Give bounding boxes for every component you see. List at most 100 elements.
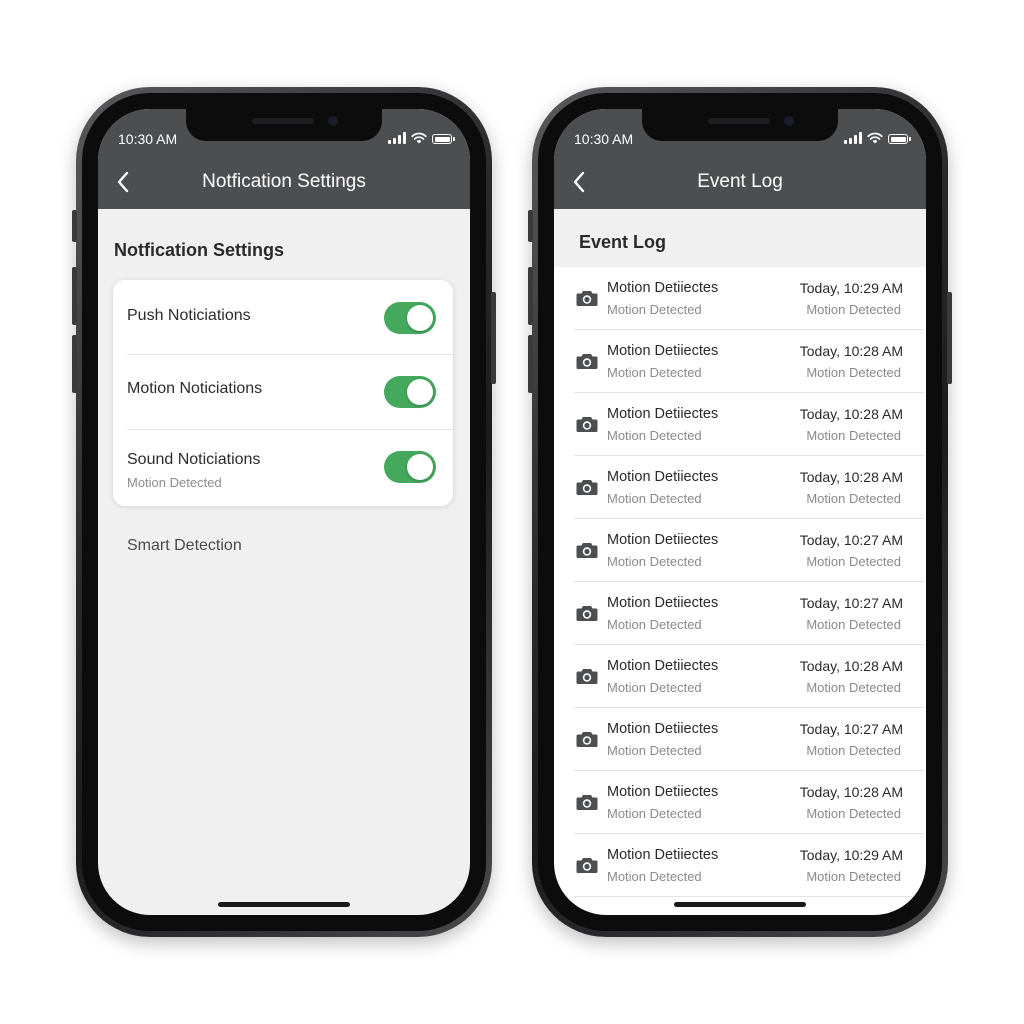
cellular-signal-icon: [844, 132, 862, 144]
event-time-subtitle: Motion Detected: [806, 680, 901, 695]
mute-switch: [72, 210, 77, 242]
event-time: Today, 10:29 AM: [799, 847, 903, 863]
event-row[interactable]: Motion Detiiectes Motion Detected Today, 1…: [574, 456, 924, 519]
phone-event-log: 10:30 AM Event Log Event Log Motion Deti…: [528, 87, 952, 937]
event-time: Today, 10:28 AM: [799, 343, 903, 359]
camera-icon: [576, 352, 598, 370]
event-row[interactable]: Motion Detiiectes Motion Detected Today, 1…: [574, 519, 924, 582]
camera-icon: [576, 856, 598, 874]
event-row[interactable]: Motion Detiiectes Motion Detected Today, 1…: [574, 708, 924, 771]
notch: [186, 109, 382, 141]
camera-icon: [576, 541, 598, 559]
event-row[interactable]: Motion Detiiectes Motion Detected Today, 1…: [574, 771, 924, 834]
event-subtitle: Motion Detected: [607, 617, 702, 632]
event-time-subtitle: Motion Detected: [806, 617, 901, 632]
event-title: Motion Detiiectes: [607, 532, 719, 548]
event-title: Motion Detiiectes: [607, 343, 719, 359]
event-row[interactable]: Motion Detiiectes Motion Detected Today, 1…: [574, 645, 924, 708]
event-time-subtitle: Motion Detected: [806, 428, 901, 443]
event-row[interactable]: Motion Detiiectes Motion Detected Today, 1…: [574, 834, 924, 897]
camera-icon: [576, 793, 598, 811]
event-time: Today, 10:27 AM: [799, 721, 903, 737]
event-subtitle: Motion Detected: [607, 680, 702, 695]
event-title: Motion Detiiectes: [607, 847, 719, 863]
earpiece-speaker: [708, 118, 770, 124]
event-subtitle: Motion Detected: [607, 491, 702, 506]
setting-label: Motion Noticiations: [127, 380, 263, 397]
mute-switch: [528, 210, 533, 242]
back-button[interactable]: [114, 169, 134, 195]
event-title: Motion Detiiectes: [607, 595, 719, 611]
camera-icon: [576, 415, 598, 433]
event-title: Motion Detiiectes: [607, 469, 719, 485]
cellular-signal-icon: [388, 132, 406, 144]
front-camera: [784, 116, 794, 126]
event-time-subtitle: Motion Detected: [806, 806, 901, 821]
event-subtitle: Motion Detected: [607, 743, 702, 758]
setting-sublabel: Motion Detected: [127, 475, 222, 490]
status-time: 10:30 AM: [574, 131, 634, 147]
event-row[interactable]: Motion Detiiectes Motion Detected Today, 1…: [574, 582, 924, 645]
event-subtitle: Motion Detected: [607, 428, 702, 443]
event-time-subtitle: Motion Detected: [806, 365, 901, 380]
front-camera: [328, 116, 338, 126]
notification-settings-card: Push Noticiations Motion Noticiations So…: [113, 280, 453, 506]
camera-icon: [576, 604, 598, 622]
event-time-subtitle: Motion Detected: [806, 554, 901, 569]
battery-icon: [888, 134, 911, 144]
earpiece-speaker: [252, 118, 314, 124]
event-time: Today, 10:27 AM: [799, 595, 903, 611]
volume-down-button: [528, 335, 533, 393]
event-time: Today, 10:27 AM: [799, 532, 903, 548]
setting-row-motion[interactable]: Motion Noticiations: [113, 355, 453, 429]
setting-row-push[interactable]: Push Noticiations: [113, 280, 453, 354]
event-time: Today, 10:28 AM: [799, 658, 903, 674]
event-time-subtitle: Motion Detected: [806, 869, 901, 884]
event-time: Today, 10:29 AM: [799, 280, 903, 296]
power-button: [491, 292, 496, 384]
setting-row-sound[interactable]: Sound Noticiations Motion Detected: [113, 430, 453, 506]
screen: 10:30 AM Event Log Event Log Motion Deti…: [554, 109, 926, 915]
event-time: Today, 10:28 AM: [799, 784, 903, 800]
wifi-icon: [867, 132, 883, 144]
event-log-section-header: Event Log: [554, 209, 926, 267]
power-button: [947, 292, 952, 384]
event-time-subtitle: Motion Detected: [806, 743, 901, 758]
event-time: Today, 10:28 AM: [799, 406, 903, 422]
event-row[interactable]: Motion Detiiectes Motion Detected Today, 1…: [574, 393, 924, 456]
event-time-subtitle: Motion Detected: [806, 491, 901, 506]
event-time-subtitle: Motion Detected: [806, 302, 901, 317]
status-icons: [844, 132, 911, 144]
page-title: Event Log: [579, 232, 667, 252]
nav-title: Notfication Settings: [202, 171, 366, 192]
event-time: Today, 10:28 AM: [799, 469, 903, 485]
push-notifications-toggle[interactable]: [384, 302, 436, 334]
smart-detection-item[interactable]: Smart Detection: [127, 537, 242, 555]
camera-icon: [576, 478, 598, 496]
event-title: Motion Detiiectes: [607, 406, 719, 422]
back-button[interactable]: [570, 169, 590, 195]
setting-label: Push Noticiations: [127, 307, 251, 324]
phone-notification-settings: 10:30 AM Notfication Settings Notficatio…: [72, 87, 496, 937]
event-row[interactable]: Motion Detiiectes Motion Detected Today, 1…: [574, 330, 924, 393]
home-indicator[interactable]: [674, 902, 806, 907]
event-title: Motion Detiiectes: [607, 280, 719, 296]
event-subtitle: Motion Detected: [607, 806, 702, 821]
volume-up-button: [72, 267, 77, 325]
screen: 10:30 AM Notfication Settings Notficatio…: [98, 109, 470, 915]
status-icons: [388, 132, 455, 144]
event-row[interactable]: Motion Detiiectes Motion Detected Today, 1…: [574, 267, 924, 330]
notch: [642, 109, 838, 141]
wifi-icon: [411, 132, 427, 144]
setting-label: Sound Noticiations: [127, 451, 261, 468]
volume-up-button: [528, 267, 533, 325]
event-subtitle: Motion Detected: [607, 869, 702, 884]
motion-notifications-toggle[interactable]: [384, 376, 436, 408]
event-subtitle: Motion Detected: [607, 302, 702, 317]
home-indicator[interactable]: [218, 902, 350, 907]
sound-notifications-toggle[interactable]: [384, 451, 436, 483]
event-title: Motion Detiiectes: [607, 784, 719, 800]
status-time: 10:30 AM: [118, 131, 178, 147]
camera-icon: [576, 289, 598, 307]
page-title: Notfication Settings: [114, 240, 284, 260]
